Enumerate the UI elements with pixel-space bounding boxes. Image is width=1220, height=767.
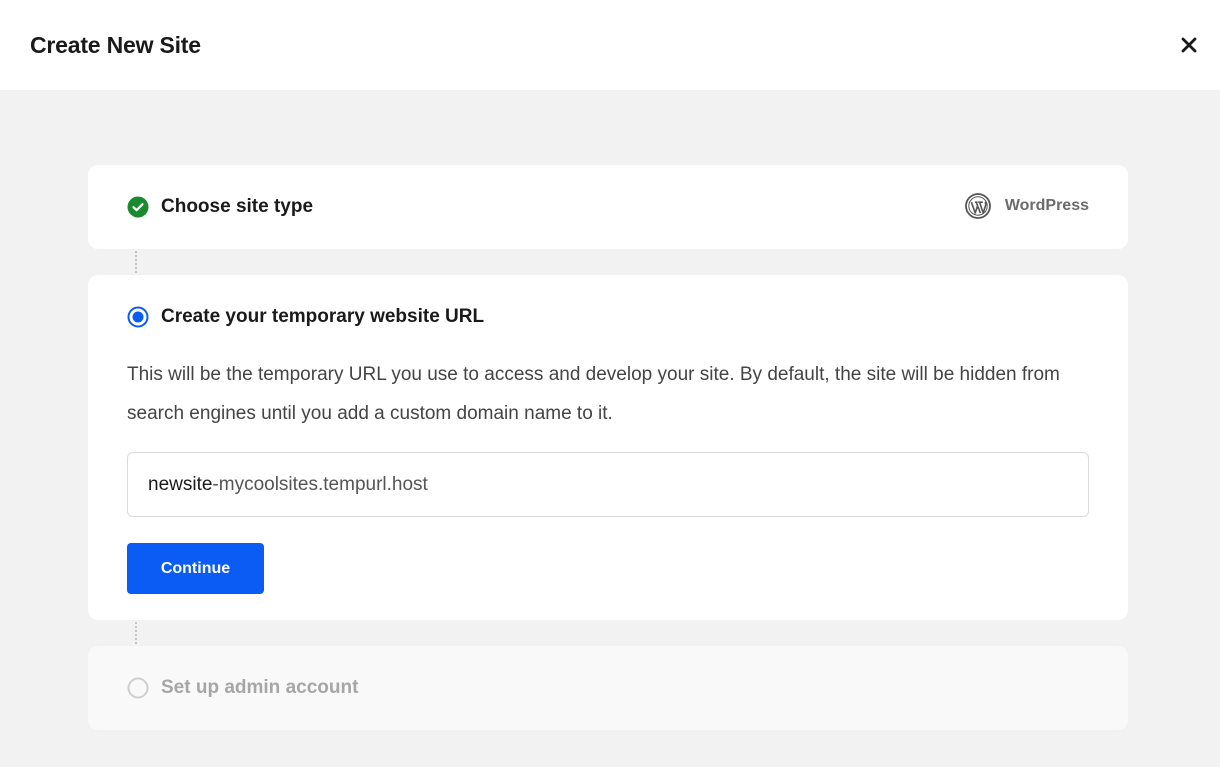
step-title: Choose site type [161, 196, 314, 217]
check-circle-icon [127, 196, 149, 218]
url-suffix: -mycoolsites.tempurl.host [212, 473, 428, 495]
radio-selected-icon [127, 306, 149, 328]
site-type-label: WordPress [1004, 197, 1089, 214]
step-title: Create your temporary website URL [161, 306, 485, 327]
step-description: This will be the temporary URL you use t… [127, 364, 1060, 424]
url-subdomain-value[interactable]: newsite [148, 474, 212, 496]
step-connector [135, 251, 137, 273]
step-admin-account: Set up admin account [88, 646, 1128, 730]
step-header: Set up admin account [127, 677, 358, 699]
modal-header: Create New Site [0, 0, 1220, 90]
close-button[interactable] [1174, 30, 1204, 60]
radio-empty-icon [127, 677, 149, 699]
step-header: Choose site type [127, 196, 313, 218]
step-choose-site-type[interactable]: Choose site type WordPress [88, 165, 1128, 249]
page-title: Create New Site [30, 31, 201, 58]
continue-button[interactable]: Continue [127, 543, 264, 594]
step-header: Create your temporary website URL [127, 306, 484, 328]
step-connector [135, 622, 137, 644]
wordpress-icon [964, 193, 991, 219]
selected-site-type: WordPress [964, 193, 1089, 219]
step-title: Set up admin account [161, 677, 359, 698]
close-icon [1181, 37, 1197, 53]
temporary-url-input[interactable]: newsite -mycoolsites.tempurl.host [127, 452, 1089, 517]
step-temporary-url: Create your temporary website URL This w… [88, 275, 1128, 620]
